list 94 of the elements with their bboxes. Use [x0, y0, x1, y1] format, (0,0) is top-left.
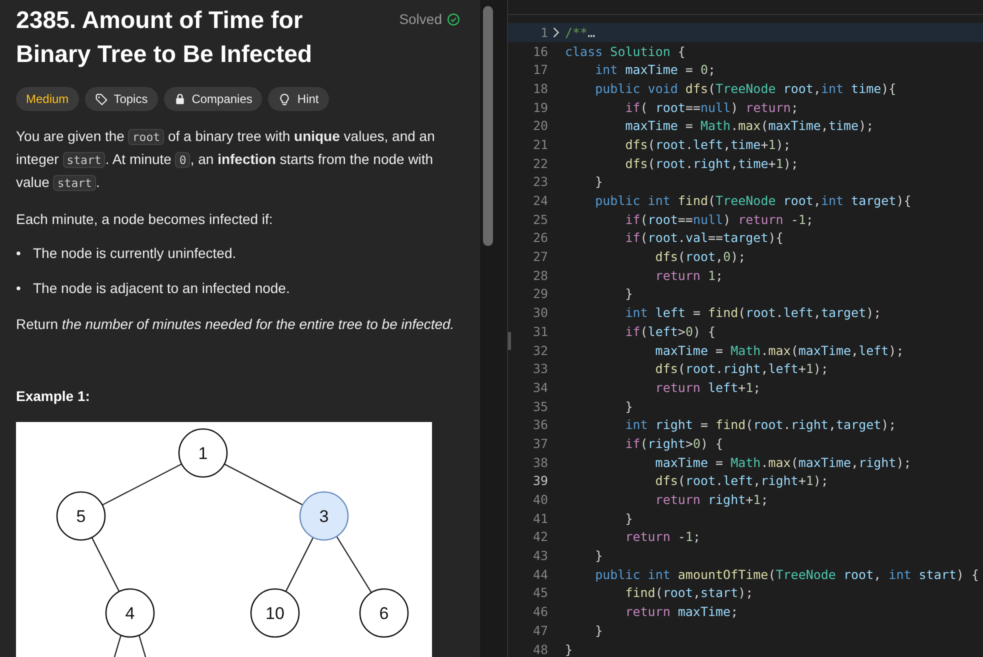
- line-number: 22: [532, 156, 548, 171]
- line-number: 35: [532, 398, 548, 414]
- code-line: if(root.val==target){: [624, 230, 784, 246]
- companies-button[interactable]: Companies: [164, 87, 262, 111]
- check-circle-icon: [447, 12, 460, 26]
- code-line: class Solution {: [565, 44, 686, 59]
- tree-node: 10: [250, 588, 300, 638]
- line-number: 27: [532, 249, 548, 264]
- line-number: 48: [532, 642, 548, 657]
- code-line: return right+1;: [654, 492, 768, 508]
- code-line: }: [565, 642, 573, 657]
- code-line: maxTime = Math.max(maxTime,time);: [624, 118, 874, 134]
- line-number: 33: [532, 361, 548, 376]
- code-line: if(right>0) {: [624, 436, 724, 451]
- code-line: public void dfs(TreeNode root,int time){: [594, 80, 896, 96]
- code-line: maxTime = Math.max(maxTime,left);: [654, 342, 904, 358]
- scrollbar[interactable]: [483, 6, 493, 246]
- code-line: dfs(root.right,time+1);: [624, 156, 798, 171]
- line-number: 34: [532, 380, 548, 395]
- line-number: 47: [532, 622, 548, 638]
- code-line: int right = find(root.right,target);: [624, 417, 896, 432]
- line-number: 37: [532, 436, 548, 451]
- line-number: 41: [532, 510, 548, 526]
- line-number: 26: [532, 230, 548, 246]
- code-line: }: [594, 622, 603, 638]
- description-paragraph: You are given the root of a binary tree with unique values, and an integer start . At minute 0 , an infection starts from the node with value start .: [16, 127, 436, 193]
- code-line: if( root==null) return;: [624, 100, 798, 115]
- tag-icon: [94, 92, 108, 106]
- line-number: 1: [539, 24, 548, 40]
- topics-button[interactable]: Topics: [84, 87, 158, 111]
- line-number: 43: [532, 548, 548, 564]
- code-line: return maxTime;: [624, 604, 738, 620]
- line-number: 24: [532, 193, 548, 208]
- code-line: if(left>0) {: [624, 324, 716, 339]
- line-number: 31: [532, 324, 548, 339]
- line-number: 44: [532, 566, 548, 582]
- tree-node: 6: [359, 588, 409, 638]
- line-number: 38: [532, 454, 548, 470]
- line-number: 46: [532, 604, 548, 620]
- line-number: 30: [532, 305, 548, 320]
- line-number: 29: [532, 286, 548, 302]
- line-number: 40: [532, 492, 548, 508]
- line-number: 36: [532, 417, 548, 432]
- code-line: int left = find(root.left,target);: [624, 305, 882, 320]
- code-line: find(root,start);: [624, 585, 754, 600]
- code-line: public int find(TreeNode root,int target){: [594, 193, 912, 208]
- code-line: dfs(root.right,left+1);: [654, 361, 828, 376]
- chevron-right-icon[interactable]: [552, 26, 561, 39]
- line-number: 21: [532, 136, 548, 152]
- line-number: 39: [532, 473, 548, 488]
- line-number: 42: [532, 529, 548, 544]
- hint-button[interactable]: Hint: [268, 87, 329, 111]
- code-line: maxTime = Math.max(maxTime,right);: [654, 454, 912, 470]
- line-number: 25: [532, 212, 548, 227]
- condition-text: The node is adjacent to an infected node.: [33, 279, 290, 298]
- code-line: /**…: [565, 24, 596, 40]
- code-line: public int amountOfTime(TreeNode root, int start) {: [594, 566, 979, 582]
- tree-node: 1: [178, 428, 228, 478]
- lightbulb-icon: [278, 92, 292, 106]
- line-number: 23: [532, 174, 548, 190]
- example-heading: Example 1:: [16, 388, 91, 404]
- code-line: }: [594, 548, 603, 564]
- solved-status: Solved: [399, 11, 460, 27]
- code-line: }: [594, 174, 603, 190]
- code-line: if(root==null) return -1;: [624, 212, 814, 227]
- line-number: 28: [532, 268, 548, 283]
- bullet-marker: •: [16, 279, 22, 298]
- line-number: 45: [532, 585, 548, 600]
- problem-title: 2385. Amount of Time for Binary Tree to Be Infected: [16, 6, 314, 70]
- bullet-marker: •: [16, 244, 22, 263]
- code-line: return 1;: [654, 268, 724, 283]
- tree-node: 3: [299, 491, 349, 541]
- code-line: int maxTime = 0;: [594, 62, 716, 78]
- line-number: 18: [532, 80, 548, 96]
- condition-text: The node is currently uninfected.: [33, 244, 236, 263]
- tree-node: 4: [105, 588, 155, 638]
- code-line: return -1;: [624, 529, 700, 544]
- code-line: dfs(root.left,time+1);: [624, 136, 791, 152]
- difficulty-tag[interactable]: Medium: [16, 87, 79, 111]
- code-line: dfs(root.left,right+1);: [654, 473, 828, 488]
- return-statement: Return the number of minutes needed for the entire tree to be infected.: [16, 315, 456, 334]
- code-line: dfs(root,0);: [654, 249, 746, 264]
- tree-node: 5: [56, 491, 106, 541]
- description-paragraph: Each minute, a node becomes infected if:: [16, 210, 274, 229]
- line-number: 17: [532, 62, 548, 78]
- code-line: }: [624, 510, 633, 526]
- code-line: }: [624, 286, 633, 302]
- code-line: }: [624, 398, 633, 414]
- line-number: 19: [532, 100, 548, 115]
- code-line: return left+1;: [654, 380, 761, 395]
- lock-icon: [174, 93, 186, 105]
- line-number: 20: [532, 118, 548, 134]
- line-number: 32: [532, 342, 548, 358]
- line-number: 16: [532, 44, 548, 59]
